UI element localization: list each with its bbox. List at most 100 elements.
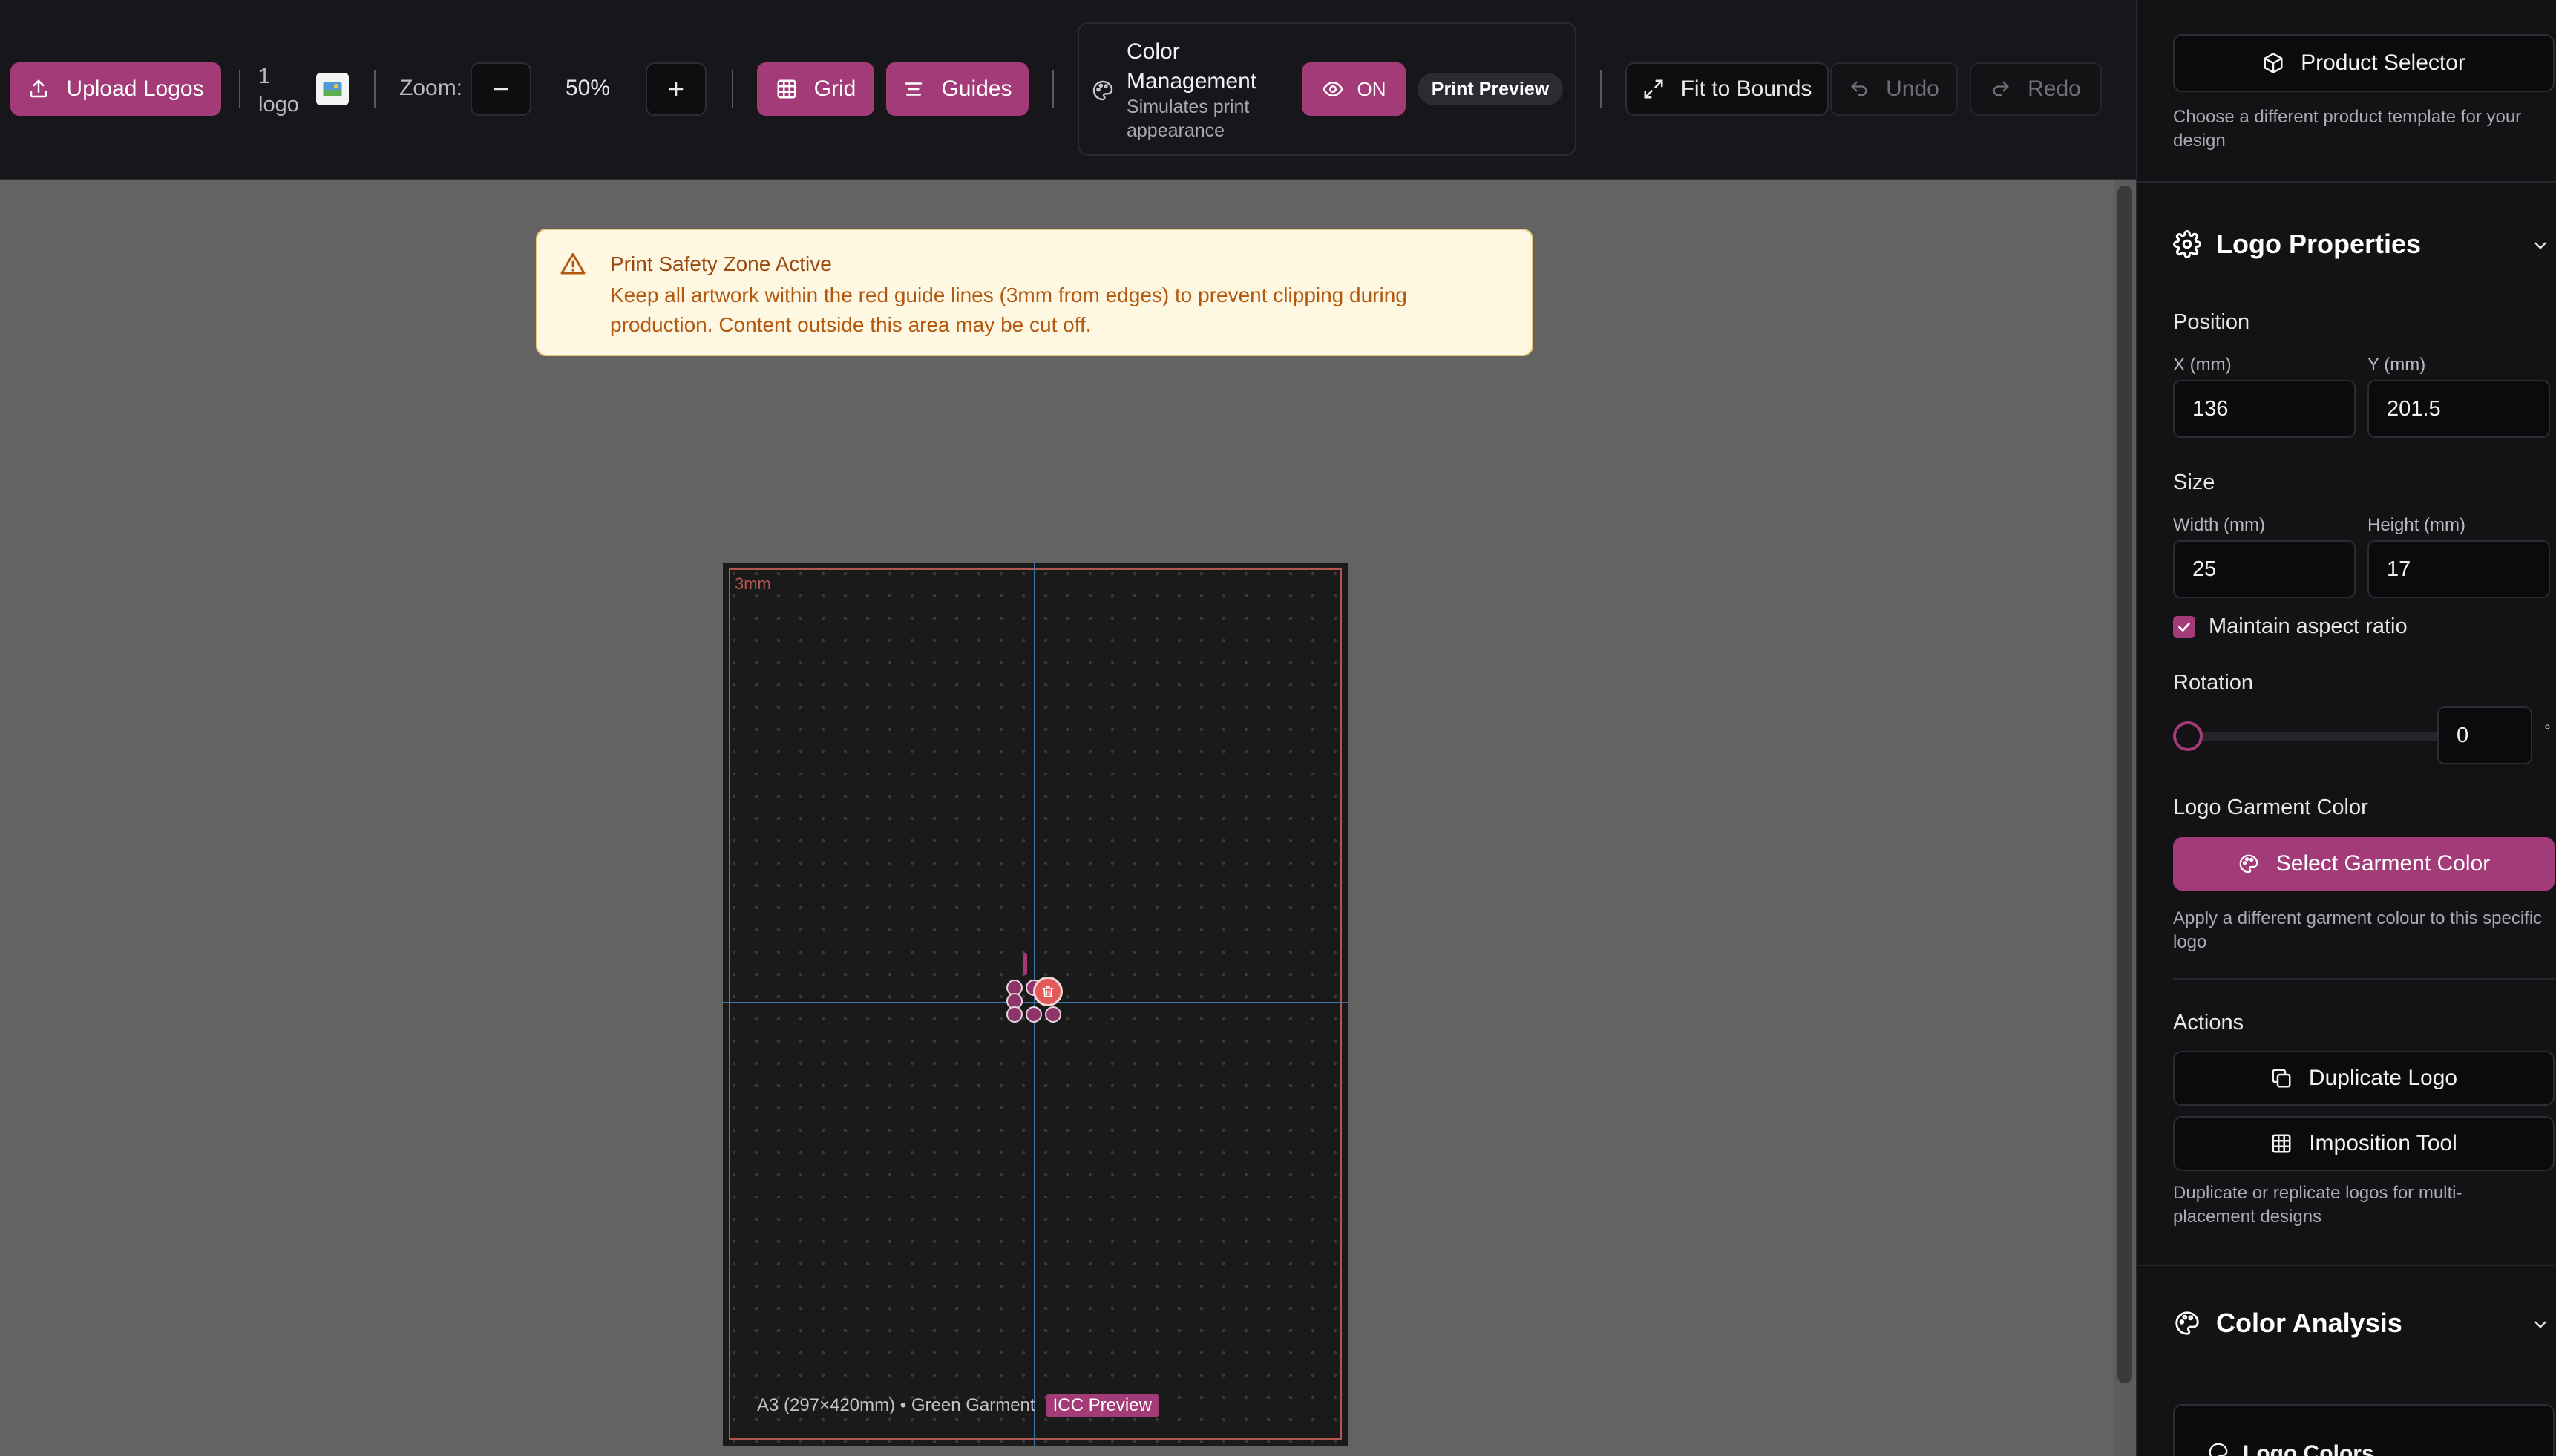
zoom-out-button[interactable] [471, 62, 531, 116]
resize-handle[interactable] [1026, 1006, 1042, 1023]
gear-icon [2173, 230, 2201, 258]
height-label: Height (mm) [2367, 515, 2466, 535]
undo-label: Undo [1886, 76, 1939, 101]
safety-zone-label: 3mm [735, 574, 771, 593]
toolbar-divider [239, 70, 240, 108]
rotation-input[interactable] [2437, 706, 2532, 764]
x-position-input[interactable] [2173, 380, 2356, 438]
select-garment-color-button[interactable]: Select Garment Color [2173, 837, 2555, 891]
fit-to-bounds-button[interactable]: Fit to Bounds [1625, 62, 1829, 116]
section-divider [2173, 978, 2555, 980]
toolbar-divider [374, 70, 376, 108]
color-management-toggle[interactable]: ON [1302, 62, 1406, 116]
chevron-down-icon[interactable] [2531, 1315, 2550, 1334]
logo-colors-card: Logo Colors [2173, 1404, 2555, 1456]
resize-handle[interactable] [1006, 1006, 1023, 1023]
copy-icon [2270, 1067, 2293, 1089]
artboard[interactable]: 3mm A3 (297×420mm) • Green Garment ICC P… [723, 563, 1348, 1446]
imposition-tool-button[interactable]: Imposition Tool [2173, 1116, 2555, 1171]
size-label: Size [2173, 470, 2215, 494]
trash-icon [1041, 984, 1055, 999]
resize-handle[interactable] [1045, 1006, 1061, 1023]
width-input[interactable] [2173, 540, 2356, 598]
color-analysis-header[interactable]: Color Analysis [2173, 1308, 2402, 1339]
redo-label: Redo [2028, 76, 2081, 101]
imposition-tool-label: Imposition Tool [2309, 1131, 2457, 1155]
expand-icon [1642, 78, 1665, 100]
rotation-label: Rotation [2173, 671, 2254, 695]
aspect-ratio-checkbox[interactable] [2173, 616, 2195, 638]
redo-button[interactable]: Redo [1970, 62, 2102, 116]
y-position-input[interactable] [2367, 380, 2550, 438]
logo-colors-label: Logo Colors [2243, 1441, 2374, 1456]
selected-logo[interactable] [1006, 977, 1063, 1023]
artboard-info: A3 (297×420mm) • Green Garment ICC Previ… [757, 1394, 1159, 1417]
icc-preview-badge: ICC Preview [1045, 1394, 1159, 1417]
product-selector-button[interactable]: Product Selector [2173, 34, 2555, 92]
color-management-subtitle: Simulates print appearance [1127, 96, 1250, 141]
aspect-ratio-label[interactable]: Maintain aspect ratio [2209, 614, 2408, 639]
y-label: Y (mm) [2367, 355, 2426, 375]
undo-icon [1849, 79, 1870, 99]
section-divider [2137, 181, 2556, 183]
duplicate-logo-label: Duplicate Logo [2308, 1066, 2458, 1090]
guides-toggle-button[interactable]: Guides [886, 62, 1029, 116]
logo-count-number: 1 [258, 65, 271, 88]
grid-icon [2270, 1132, 2293, 1155]
rotation-slider-thumb[interactable] [2173, 721, 2203, 751]
properties-panel: Product Selector Choose a different prod… [2136, 0, 2556, 1456]
upload-logos-label: Upload Logos [66, 76, 204, 101]
logo-properties-title: Logo Properties [2216, 229, 2422, 259]
plus-icon [666, 79, 686, 99]
chevron-down-icon[interactable] [2531, 236, 2550, 255]
redo-icon [1990, 79, 2011, 99]
upload-icon [27, 78, 50, 100]
position-label: Position [2173, 310, 2250, 334]
palette-icon [2207, 1441, 2229, 1456]
zoom-value: 50% [565, 76, 611, 100]
toolbar: Upload Logos 1 logo Zoom: 50% Grid Guide… [0, 0, 2136, 180]
logo-count: 1 logo [258, 62, 299, 119]
color-analysis-title: Color Analysis [2216, 1308, 2402, 1338]
check-icon [2176, 619, 2192, 635]
warning-title: Print Safety Zone Active [610, 252, 832, 275]
toolbar-divider [1052, 70, 1054, 108]
garment-color-label: Logo Garment Color [2173, 796, 2368, 819]
height-input[interactable] [2367, 540, 2550, 598]
logo-count-unit: logo [258, 93, 299, 117]
actions-label: Actions [2173, 1011, 2244, 1034]
logo-properties-header[interactable]: Logo Properties [2173, 229, 2421, 260]
warning-body: Keep all artwork within the red guide li… [610, 283, 1407, 336]
guides-label: Guides [941, 76, 1012, 101]
print-safety-warning: Print Safety Zone Active Keep all artwor… [536, 229, 1533, 356]
toggle-state-label: ON [1357, 77, 1386, 100]
select-garment-color-label: Select Garment Color [2275, 851, 2491, 876]
zoom-in-button[interactable] [646, 62, 707, 116]
duplicate-logo-button[interactable]: Duplicate Logo [2173, 1051, 2555, 1106]
upload-logos-button[interactable]: Upload Logos [10, 62, 221, 116]
product-selector-hint: Choose a different product template for … [2173, 107, 2522, 151]
x-label: X (mm) [2173, 355, 2232, 375]
warning-triangle-icon [560, 251, 586, 278]
canvas-scrollbar-thumb[interactable] [2117, 186, 2132, 1383]
logo-rotate-handle[interactable] [1023, 953, 1027, 975]
toolbar-divider [1600, 70, 1602, 108]
print-preview-badge[interactable]: Print Preview [1418, 73, 1563, 105]
logo-thumbnail-icon[interactable] [316, 73, 349, 105]
rotation-unit: ° [2544, 721, 2551, 740]
product-selector-label: Product Selector [2301, 50, 2465, 75]
grid-toggle-button[interactable]: Grid [757, 62, 874, 116]
palette-icon [1091, 79, 1115, 102]
grid-label: Grid [813, 76, 856, 101]
box-icon [2262, 52, 2284, 74]
delete-logo-button[interactable] [1033, 977, 1063, 1006]
width-label: Width (mm) [2173, 515, 2265, 535]
palette-icon [2173, 1309, 2201, 1337]
rotation-slider[interactable] [2180, 732, 2467, 741]
color-management-title: Color Management [1127, 39, 1257, 94]
align-center-icon [902, 78, 925, 100]
toolbar-divider [732, 70, 733, 108]
fit-to-bounds-label: Fit to Bounds [1680, 76, 1812, 101]
garment-color-hint: Apply a different garment colour to this… [2173, 908, 2543, 952]
undo-button[interactable]: Undo [1830, 62, 1958, 116]
